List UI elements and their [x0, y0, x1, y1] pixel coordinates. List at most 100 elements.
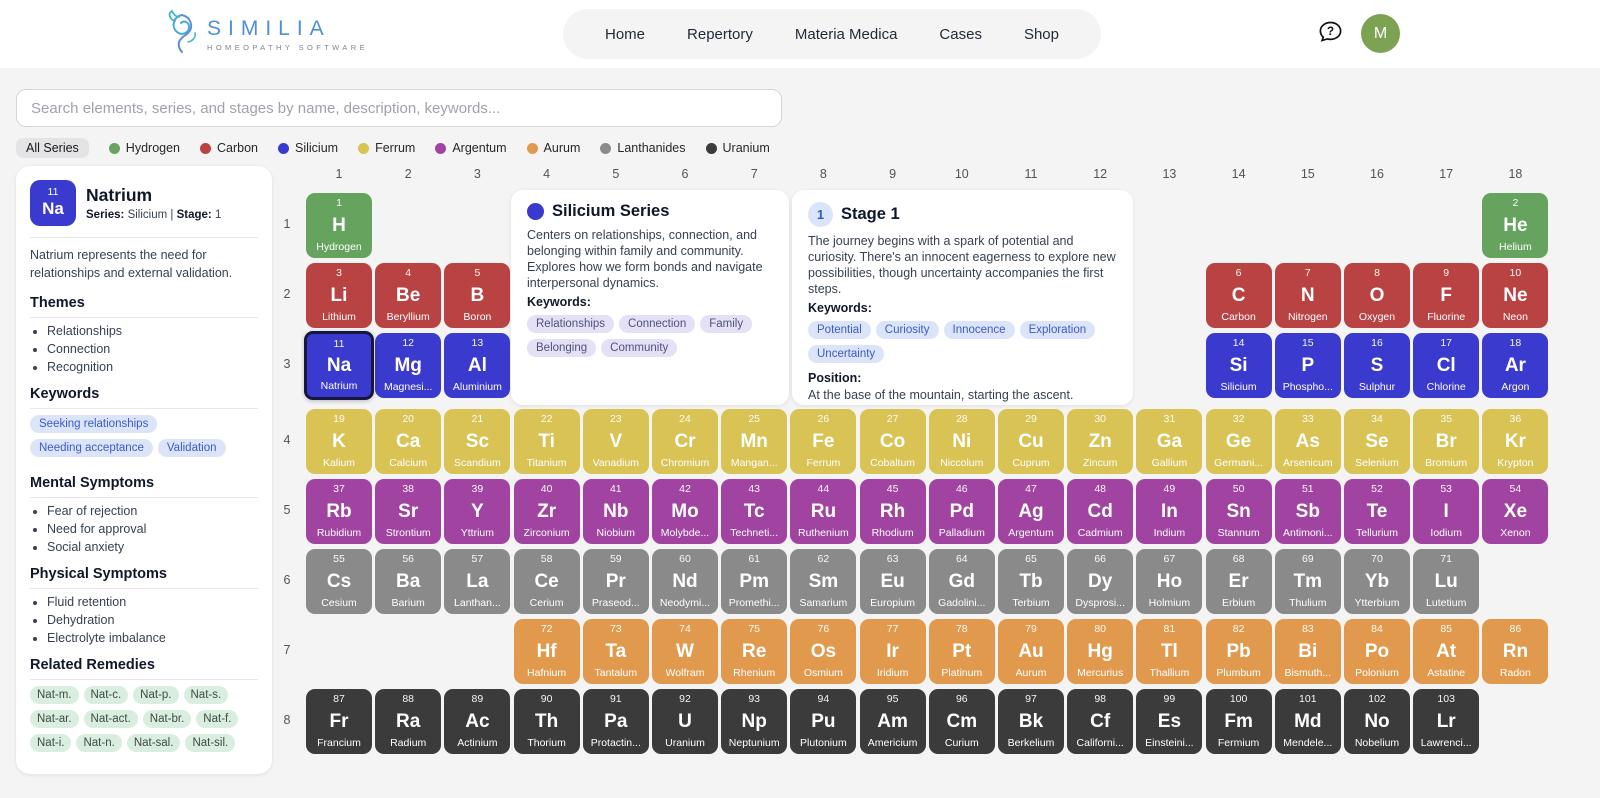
remedy-chip[interactable]: Nat-i.: [30, 733, 72, 752]
element-tile-Cl[interactable]: 17 Cl Chlorine: [1413, 333, 1480, 398]
element-tile-No[interactable]: 102 No Nobelium: [1344, 689, 1410, 754]
element-tile-Sr[interactable]: 38 Sr Strontium: [375, 479, 442, 544]
element-tile-Zr[interactable]: 40 Zr Zirconium: [513, 479, 580, 544]
element-tile-Au[interactable]: 79 Au Aurum: [998, 619, 1064, 684]
element-tile-Ag[interactable]: 47 Ag Argentum: [998, 479, 1064, 544]
help-button[interactable]: ?: [1316, 20, 1344, 48]
element-tile-Be[interactable]: 4 Be Beryllium: [375, 263, 442, 328]
element-tile-Pt[interactable]: 78 Pt Platinum: [928, 619, 995, 684]
element-tile-Rh[interactable]: 45 Rh Rhodium: [859, 479, 926, 544]
legend-item-ferrum[interactable]: Ferrum: [358, 141, 415, 155]
element-tile-Cd[interactable]: 48 Cd Cadmium: [1067, 479, 1134, 544]
element-tile-Rb[interactable]: 37 Rb Rubidium: [306, 479, 372, 544]
element-tile-N[interactable]: 7 N Nitrogen: [1274, 263, 1341, 328]
remedy-chip[interactable]: Nat-sil.: [185, 733, 236, 752]
remedy-chip[interactable]: Nat-act.: [83, 709, 138, 728]
element-tile-At[interactable]: 85 At Astatine: [1413, 619, 1480, 684]
legend-item-carbon[interactable]: Carbon: [200, 141, 258, 155]
legend-item-silicium[interactable]: Silicium: [278, 141, 338, 155]
element-tile-Ge[interactable]: 32 Ge Germani...: [1205, 409, 1272, 474]
element-tile-P[interactable]: 15 P Phospho...: [1274, 333, 1341, 398]
search-input[interactable]: [16, 89, 782, 127]
element-tile-Mn[interactable]: 25 Mn Mangan...: [721, 409, 788, 474]
element-tile-K[interactable]: 19 K Kalium: [306, 409, 372, 474]
element-tile-Ni[interactable]: 28 Ni Niccolum: [928, 409, 995, 474]
element-tile-Ra[interactable]: 88 Ra Radium: [375, 689, 442, 754]
element-tile-In[interactable]: 49 In Indium: [1136, 479, 1203, 544]
element-tile-Fm[interactable]: 100 Fm Fermium: [1205, 689, 1272, 754]
app-logo[interactable]: SIMILIA HOMEOPATHY SOFTWARE: [163, 9, 368, 60]
element-tile-Xe[interactable]: 54 Xe Xenon: [1482, 479, 1549, 544]
element-tile-Si[interactable]: 14 Si Silicium: [1205, 333, 1272, 398]
element-tile-Ga[interactable]: 31 Ga Gallium: [1136, 409, 1203, 474]
element-tile-Cu[interactable]: 29 Cu Cuprum: [998, 409, 1064, 474]
remedy-chip[interactable]: Nat-c.: [83, 685, 129, 704]
element-tile-Er[interactable]: 68 Er Erbium: [1205, 549, 1272, 614]
element-tile-Pb[interactable]: 82 Pb Plumbum: [1205, 619, 1272, 684]
element-tile-Bi[interactable]: 83 Bi Bismuth...: [1274, 619, 1341, 684]
element-tile-Y[interactable]: 39 Y Yttrium: [444, 479, 511, 544]
element-tile-Mo[interactable]: 42 Mo Molybde...: [652, 479, 718, 544]
element-tile-Fr[interactable]: 87 Fr Francium: [306, 689, 372, 754]
remedy-chip[interactable]: Nat-f.: [196, 709, 239, 728]
element-tile-Tc[interactable]: 43 Tc Techneti...: [721, 479, 788, 544]
element-tile-Ta[interactable]: 73 Ta Tantalum: [582, 619, 649, 684]
element-tile-Sm[interactable]: 62 Sm Samarium: [790, 549, 857, 614]
element-tile-Te[interactable]: 52 Te Tellurium: [1344, 479, 1410, 544]
element-tile-Al[interactable]: 13 Al Aluminium: [444, 333, 511, 398]
element-tile-Cs[interactable]: 55 Cs Cesium: [306, 549, 372, 614]
element-tile-I[interactable]: 53 I Iodium: [1413, 479, 1480, 544]
element-tile-Lu[interactable]: 71 Lu Lutetium: [1413, 549, 1480, 614]
element-tile-Bk[interactable]: 97 Bk Berkelium: [998, 689, 1064, 754]
element-tile-Nb[interactable]: 41 Nb Niobium: [582, 479, 649, 544]
element-tile-Br[interactable]: 35 Br Bromium: [1413, 409, 1480, 474]
element-tile-Co[interactable]: 27 Co Cobaltum: [859, 409, 926, 474]
element-tile-Cm[interactable]: 96 Cm Curium: [928, 689, 995, 754]
element-tile-Os[interactable]: 76 Os Osmium: [790, 619, 857, 684]
element-tile-Sb[interactable]: 51 Sb Antimoni...: [1274, 479, 1341, 544]
element-tile-B[interactable]: 5 B Boron: [444, 263, 511, 328]
remedy-chip[interactable]: Nat-sal.: [126, 733, 181, 752]
element-tile-Ce[interactable]: 58 Ce Cerium: [513, 549, 580, 614]
element-tile-Pm[interactable]: 61 Pm Promethi...: [721, 549, 788, 614]
element-tile-La[interactable]: 57 La Lanthan...: [444, 549, 511, 614]
element-tile-Ac[interactable]: 89 Ac Actinium: [444, 689, 511, 754]
element-tile-S[interactable]: 16 S Sulphur: [1344, 333, 1410, 398]
element-tile-C[interactable]: 6 C Carbon: [1205, 263, 1272, 328]
element-tile-Np[interactable]: 93 Np Neptunium: [721, 689, 788, 754]
element-tile-Sn[interactable]: 50 Sn Stannum: [1205, 479, 1272, 544]
element-tile-Kr[interactable]: 36 Kr Krypton: [1482, 409, 1549, 474]
element-tile-Md[interactable]: 101 Md Mendele...: [1274, 689, 1341, 754]
element-tile-Dy[interactable]: 66 Dy Dysprosi...: [1067, 549, 1134, 614]
element-tile-Lr[interactable]: 103 Lr Lawrenci...: [1413, 689, 1480, 754]
element-tile-F[interactable]: 9 F Fluorine: [1413, 263, 1480, 328]
element-tile-Po[interactable]: 84 Po Polonium: [1344, 619, 1410, 684]
legend-item-argentum[interactable]: Argentum: [435, 141, 507, 155]
element-tile-Se[interactable]: 34 Se Selenium: [1344, 409, 1410, 474]
element-tile-Mg[interactable]: 12 Mg Magnesi...: [375, 333, 442, 398]
element-tile-Ar[interactable]: 18 Ar Argon: [1482, 333, 1549, 398]
element-tile-Hf[interactable]: 72 Hf Hafnium: [513, 619, 580, 684]
element-tile-Re[interactable]: 75 Re Rhenium: [721, 619, 788, 684]
element-tile-O[interactable]: 8 O Oxygen: [1344, 263, 1410, 328]
nav-item-home[interactable]: Home: [605, 26, 645, 43]
element-tile-Ir[interactable]: 77 Ir Iridium: [859, 619, 926, 684]
remedy-chip[interactable]: Nat-br.: [142, 709, 192, 728]
filter-all-series[interactable]: All Series: [16, 138, 89, 158]
remedy-chip[interactable]: Nat-p.: [133, 685, 179, 704]
element-tile-Pa[interactable]: 91 Pa Protactin...: [582, 689, 649, 754]
element-tile-Th[interactable]: 90 Th Thorium: [513, 689, 580, 754]
nav-item-repertory[interactable]: Repertory: [687, 26, 753, 43]
element-tile-H[interactable]: 1 H Hydrogen: [306, 193, 372, 258]
remedy-chip[interactable]: Nat-m.: [30, 685, 79, 704]
element-tile-Cr[interactable]: 24 Cr Chromium: [652, 409, 718, 474]
element-tile-Es[interactable]: 99 Es Einsteini...: [1136, 689, 1203, 754]
remedy-chip[interactable]: Nat-s.: [183, 685, 229, 704]
element-tile-Ba[interactable]: 56 Ba Barium: [375, 549, 442, 614]
element-tile-Ho[interactable]: 67 Ho Holmium: [1136, 549, 1203, 614]
element-tile-Rn[interactable]: 86 Rn Radon: [1482, 619, 1549, 684]
element-tile-Gd[interactable]: 64 Gd Gadolini...: [928, 549, 995, 614]
element-tile-Yb[interactable]: 70 Yb Ytterbium: [1344, 549, 1410, 614]
element-tile-Zn[interactable]: 30 Zn Zincum: [1067, 409, 1134, 474]
element-tile-He[interactable]: 2 He Helium: [1482, 193, 1549, 258]
